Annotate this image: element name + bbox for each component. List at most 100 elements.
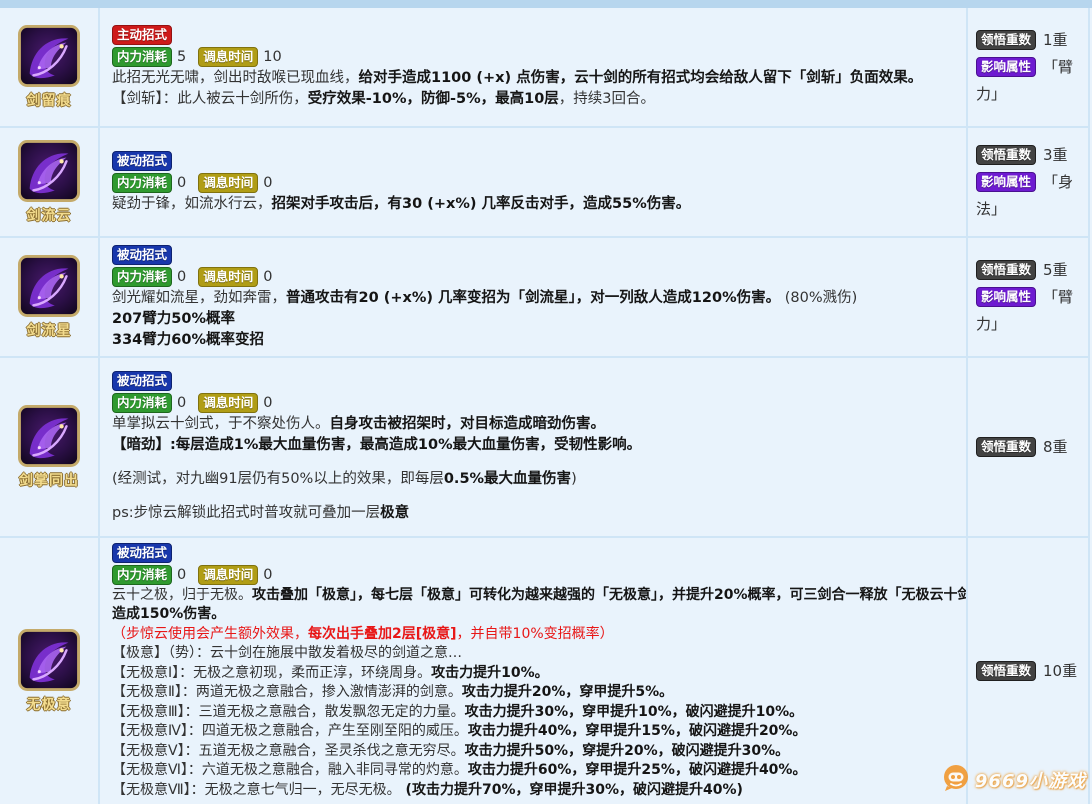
description-segment: 【剑斩】：此人被云十剑所伤， bbox=[112, 91, 308, 107]
attribute-badge: 影响属性 bbox=[976, 172, 1036, 192]
skill-description-cell: 被动招式内力消耗0调息时间0单掌拟云十剑式，于不察处伤人。自身攻击被招架时，对目… bbox=[100, 358, 966, 536]
skill-icon bbox=[18, 25, 80, 87]
description-segment: 【无极意Ⅳ】：四道无极之意融合，产生至刚至阳的威压。 bbox=[112, 723, 468, 739]
cooldown-badge: 调息时间 bbox=[198, 47, 258, 67]
inner-power-cost-value: 0 bbox=[177, 395, 186, 411]
description-segment: (经测试，对九幽91层仍有50%以上的效果，即每层 bbox=[112, 471, 444, 487]
skill-meta-cell: 领悟重数1重 影响属性「臂力」 bbox=[966, 8, 1088, 126]
description-segment: 【无极意Ⅴ】：五道无极之意融合，圣灵杀伐之意无穷尽。 bbox=[112, 743, 465, 759]
skill-meta: 领悟重数10重 bbox=[976, 658, 1077, 685]
description-segment: 攻击力提升20%，穿甲提升5%。 bbox=[462, 684, 673, 700]
watermark: 9669小游戏 bbox=[942, 764, 1086, 796]
description-segment: 普通攻击有20 (+x%) 几率变招为「剑流星」，对一列敌人造成120%伤害。 bbox=[286, 290, 780, 306]
description-segment: 此招无光无啸，剑出时敌喉已现血线， bbox=[112, 70, 359, 86]
skill-meta: 领悟重数5重 影响属性「臂力」 bbox=[976, 257, 1088, 338]
description-segment: 【无极意Ⅶ】：无极之意七气归一，无尽无极。 bbox=[112, 782, 401, 798]
description-segment: 极意 bbox=[380, 505, 409, 521]
skill-meta: 领悟重数3重 影响属性「身法」 bbox=[976, 142, 1088, 223]
skill-type-line: 被动招式 bbox=[112, 245, 966, 265]
description-segment: 攻击力提升40%，穿甲提升15%，破闪避提升20%。 bbox=[468, 723, 807, 739]
description-segment: 攻击力提升30%，穿甲提升10%，破闪避提升10%。 bbox=[465, 704, 804, 720]
inner-power-cost-badge: 内力消耗 bbox=[112, 393, 172, 413]
mastery-badge: 领悟重数 bbox=[976, 437, 1036, 457]
inner-power-cost-badge: 内力消耗 bbox=[112, 565, 172, 585]
skill-meta-cell: 领悟重数5重 影响属性「臂力」 bbox=[966, 238, 1088, 356]
skill-description-line: 207臂力50%概率 bbox=[112, 309, 966, 330]
skill-meta-cell: 领悟重数8重 bbox=[966, 358, 1088, 536]
mastery-value: 10重 bbox=[1043, 662, 1077, 680]
description-segment: 【暗劲】:每层造成1%最大血量伤害，最高造成10%最大血量伤害，受韧性影响。 bbox=[112, 437, 641, 453]
skill-description-line: 造成150%伤害。 bbox=[112, 605, 966, 625]
description-segment: 0.5%最大血量伤害 bbox=[444, 471, 571, 487]
inner-power-cost-value: 5 bbox=[177, 49, 186, 65]
cooldown-value: 0 bbox=[263, 567, 272, 583]
skill-description-line: 单掌拟云十剑式，于不察处伤人。自身攻击被招架时，对目标造成暗劲伤害。 bbox=[112, 414, 966, 435]
skill-type-line: 主动招式 bbox=[112, 25, 966, 45]
skill-row: 剑留痕主动招式内力消耗5调息时间10此招无光无啸，剑出时敌喉已现血线，给对手造成… bbox=[0, 8, 1088, 128]
description-segment: 云十之极，归于无极。 bbox=[112, 587, 252, 603]
skill-meta: 领悟重数1重 影响属性「臂力」 bbox=[976, 27, 1088, 108]
description-segment: 【无极意Ⅱ】：两道无极之意融合，掺入激情澎湃的剑意。 bbox=[112, 684, 462, 700]
skill-icon-cell: 无极意 bbox=[0, 538, 100, 804]
attribute-badge: 影响属性 bbox=[976, 57, 1036, 77]
description-segment: 攻击力提升50%，穿提升20%，破闪避提升30%。 bbox=[465, 743, 790, 759]
skill-table: 剑留痕主动招式内力消耗5调息时间10此招无光无啸，剑出时敌喉已现血线，给对手造成… bbox=[0, 8, 1090, 804]
skill-description-line: 【无极意Ⅴ】：五道无极之意融合，圣灵杀伐之意无穷尽。攻击力提升50%，穿提升20… bbox=[112, 742, 966, 762]
description-segment: （步惊云使用会产生额外效果， bbox=[112, 626, 308, 642]
skill-icon bbox=[18, 140, 80, 202]
cooldown-value: 0 bbox=[263, 175, 272, 191]
skill-name: 剑流云 bbox=[27, 205, 72, 225]
skill-description-line: 【无极意Ⅶ】：无极之意七气归一，无尽无极。 (攻击力提升70%，穿甲提升30%，… bbox=[112, 781, 966, 801]
skill-name: 剑掌同出 bbox=[19, 470, 79, 490]
skill-icon-cell: 剑留痕 bbox=[0, 8, 100, 126]
passive-skill-badge: 被动招式 bbox=[112, 151, 172, 171]
skill-description-line bbox=[112, 490, 966, 503]
skill-description-line: 334臂力60%概率变招 bbox=[112, 330, 966, 351]
skill-cost-line: 内力消耗0调息时间0 bbox=[112, 173, 966, 193]
description-segment: 招架对手攻击后，有30 (+x%) 几率反击对手，造成55%伤害。 bbox=[272, 196, 691, 212]
mastery-badge: 领悟重数 bbox=[976, 260, 1036, 280]
inner-power-cost-badge: 内力消耗 bbox=[112, 173, 172, 193]
passive-skill-badge: 被动招式 bbox=[112, 245, 172, 265]
skill-description-cell: 被动招式内力消耗0调息时间0疑劲于锋，如流水行云，招架对手攻击后，有30 (+x… bbox=[100, 128, 966, 236]
description-segment: 207臂力50%概率 bbox=[112, 311, 235, 327]
description-segment: ) bbox=[571, 471, 577, 487]
skill-description-cell: 主动招式内力消耗5调息时间10此招无光无啸，剑出时敌喉已现血线，给对手造成110… bbox=[100, 8, 966, 126]
cooldown-badge: 调息时间 bbox=[198, 565, 258, 585]
skill-description-cell: 被动招式内力消耗0调息时间0剑光耀如流星，劲如奔雷，普通攻击有20 (+x%) … bbox=[100, 238, 966, 356]
skill-row: 剑流云被动招式内力消耗0调息时间0疑劲于锋，如流水行云，招架对手攻击后，有30 … bbox=[0, 128, 1088, 238]
description-segment: 造成150%伤害。 bbox=[112, 606, 225, 622]
skill-icon bbox=[18, 405, 80, 467]
skill-description-line: 【无极意Ⅲ】：三道无极之意融合，散发飘忽无定的力量。攻击力提升30%，穿甲提升1… bbox=[112, 703, 966, 723]
skill-row: 剑掌同出被动招式内力消耗0调息时间0单掌拟云十剑式，于不察处伤人。自身攻击被招架… bbox=[0, 358, 1088, 538]
cooldown-badge: 调息时间 bbox=[198, 267, 258, 287]
description-segment: 【无极意Ⅲ】：三道无极之意融合，散发飘忽无定的力量。 bbox=[112, 704, 465, 720]
description-segment: 给对手造成1100 (+x) 点伤害，云十剑的所有招式均会给敌人留下「剑斩」负面… bbox=[359, 70, 923, 86]
skill-description-line: 【暗劲】:每层造成1%最大血量伤害，最高造成10%最大血量伤害，受韧性影响。 bbox=[112, 435, 966, 456]
cooldown-value: 0 bbox=[263, 269, 272, 285]
skill-icon-cell: 剑流星 bbox=[0, 238, 100, 356]
description-segment: 攻击力提升60%，穿甲提升25%，破闪避提升40%。 bbox=[468, 762, 807, 778]
description-segment: 攻击力提升10%。 bbox=[431, 665, 549, 681]
skill-description-line: （步惊云使用会产生额外效果，每次出手叠加2层[极意]，并自带10%变招概率） bbox=[112, 625, 966, 645]
watermark-text: 9669小游戏 bbox=[975, 767, 1086, 793]
skill-description-line: 疑劲于锋，如流水行云，招架对手攻击后，有30 (+x%) 几率反击对手，造成55… bbox=[112, 194, 966, 215]
description-segment: 受疗效果-10%，防御-5%，最高10层 bbox=[308, 91, 559, 107]
skill-meta-cell: 领悟重数3重 影响属性「身法」 bbox=[966, 128, 1088, 236]
description-segment: 自身攻击被招架时，对目标造成暗劲伤害。 bbox=[330, 416, 606, 432]
description-segment: ps:步惊云解锁此招式时普攻就可叠加一层 bbox=[112, 505, 380, 521]
inner-power-cost-value: 0 bbox=[177, 269, 186, 285]
skill-description-line: 【无极意Ⅳ】：四道无极之意融合，产生至刚至阳的威压。攻击力提升40%，穿甲提升1… bbox=[112, 722, 966, 742]
top-divider-bar bbox=[0, 0, 1092, 8]
description-segment: 334臂力60%概率变招 bbox=[112, 332, 264, 348]
skill-description-line: 【剑斩】：此人被云十剑所伤，受疗效果-10%，防御-5%，最高10层，持续3回合… bbox=[112, 89, 966, 110]
mastery-value: 1重 bbox=[1043, 31, 1068, 49]
skill-description-line: 【无极意Ⅱ】：两道无极之意融合，掺入激情澎湃的剑意。攻击力提升20%，穿甲提升5… bbox=[112, 683, 966, 703]
description-segment: (80%溅伤) bbox=[780, 290, 857, 306]
watermark-logo-icon bbox=[942, 764, 970, 796]
description-segment: 【无极意Ⅰ】：无极之意初现，柔而正淳，环绕周身。 bbox=[112, 665, 431, 681]
skill-icon-cell: 剑流云 bbox=[0, 128, 100, 236]
skill-type-line: 被动招式 bbox=[112, 151, 966, 171]
inner-power-cost-badge: 内力消耗 bbox=[112, 47, 172, 67]
description-segment: ，并自带10%变招概率） bbox=[457, 626, 614, 642]
